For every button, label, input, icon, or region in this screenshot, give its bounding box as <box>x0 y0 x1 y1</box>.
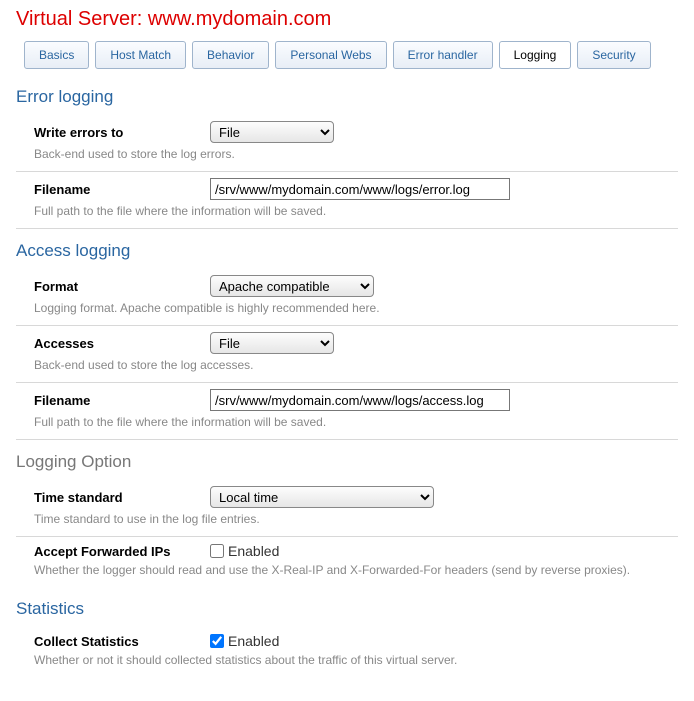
help-access-filename: Full path to the file where the informat… <box>34 415 678 429</box>
label-collect-statistics: Collect Statistics <box>34 634 210 649</box>
select-format[interactable]: Apache compatible <box>210 275 374 297</box>
tab-behavior[interactable]: Behavior <box>192 41 269 69</box>
tab-error-handler[interactable]: Error handler <box>393 41 493 69</box>
checkbox-collect-statistics-wrap[interactable]: Enabled <box>210 633 279 649</box>
field-format: Format Apache compatible Logging format.… <box>16 269 678 326</box>
tab-logging[interactable]: Logging <box>499 41 572 69</box>
page-title: Virtual Server: www.mydomain.com <box>16 8 678 31</box>
field-collect-statistics: Collect Statistics Enabled Whether or no… <box>16 627 678 677</box>
help-error-filename: Full path to the file where the informat… <box>34 204 678 218</box>
label-accesses: Accesses <box>34 336 210 351</box>
checkbox-label-accept-forwarded-ips: Enabled <box>228 543 279 559</box>
select-accesses[interactable]: File <box>210 332 334 354</box>
field-accesses: Accesses File Back-end used to store the… <box>16 326 678 383</box>
tab-security[interactable]: Security <box>577 41 650 69</box>
tab-personal-webs[interactable]: Personal Webs <box>275 41 386 69</box>
checkbox-label-collect-statistics: Enabled <box>228 633 279 649</box>
input-error-filename[interactable] <box>210 178 510 200</box>
checkbox-collect-statistics[interactable] <box>210 634 224 648</box>
label-format: Format <box>34 279 210 294</box>
tab-host-match[interactable]: Host Match <box>95 41 186 69</box>
field-write-errors-to: Write errors to File Back-end used to st… <box>16 115 678 172</box>
checkbox-accept-forwarded-ips[interactable] <box>210 544 224 558</box>
field-accept-forwarded-ips: Accept Forwarded IPs Enabled Whether the… <box>16 537 678 587</box>
checkbox-accept-forwarded-ips-wrap[interactable]: Enabled <box>210 543 279 559</box>
label-error-filename: Filename <box>34 182 210 197</box>
label-write-errors-to: Write errors to <box>34 125 210 140</box>
section-logging-option: Logging Option <box>16 452 678 472</box>
tabs-bar: Basics Host Match Behavior Personal Webs… <box>24 41 678 69</box>
field-time-standard: Time standard Local time Time standard t… <box>16 480 678 537</box>
section-error-logging: Error logging <box>16 87 678 107</box>
help-write-errors-to: Back-end used to store the log errors. <box>34 147 678 161</box>
label-access-filename: Filename <box>34 393 210 408</box>
help-collect-statistics: Whether or not it should collected stati… <box>34 653 678 667</box>
help-format: Logging format. Apache compatible is hig… <box>34 301 678 315</box>
tab-basics[interactable]: Basics <box>24 41 89 69</box>
section-access-logging: Access logging <box>16 241 678 261</box>
label-time-standard: Time standard <box>34 490 210 505</box>
help-accesses: Back-end used to store the log accesses. <box>34 358 678 372</box>
input-access-filename[interactable] <box>210 389 510 411</box>
label-accept-forwarded-ips: Accept Forwarded IPs <box>34 544 210 559</box>
field-access-filename: Filename Full path to the file where the… <box>16 383 678 440</box>
select-time-standard[interactable]: Local time <box>210 486 434 508</box>
help-time-standard: Time standard to use in the log file ent… <box>34 512 678 526</box>
section-statistics: Statistics <box>16 599 678 619</box>
field-error-filename: Filename Full path to the file where the… <box>16 172 678 229</box>
select-write-errors-to[interactable]: File <box>210 121 334 143</box>
help-accept-forwarded-ips: Whether the logger should read and use t… <box>34 563 678 577</box>
